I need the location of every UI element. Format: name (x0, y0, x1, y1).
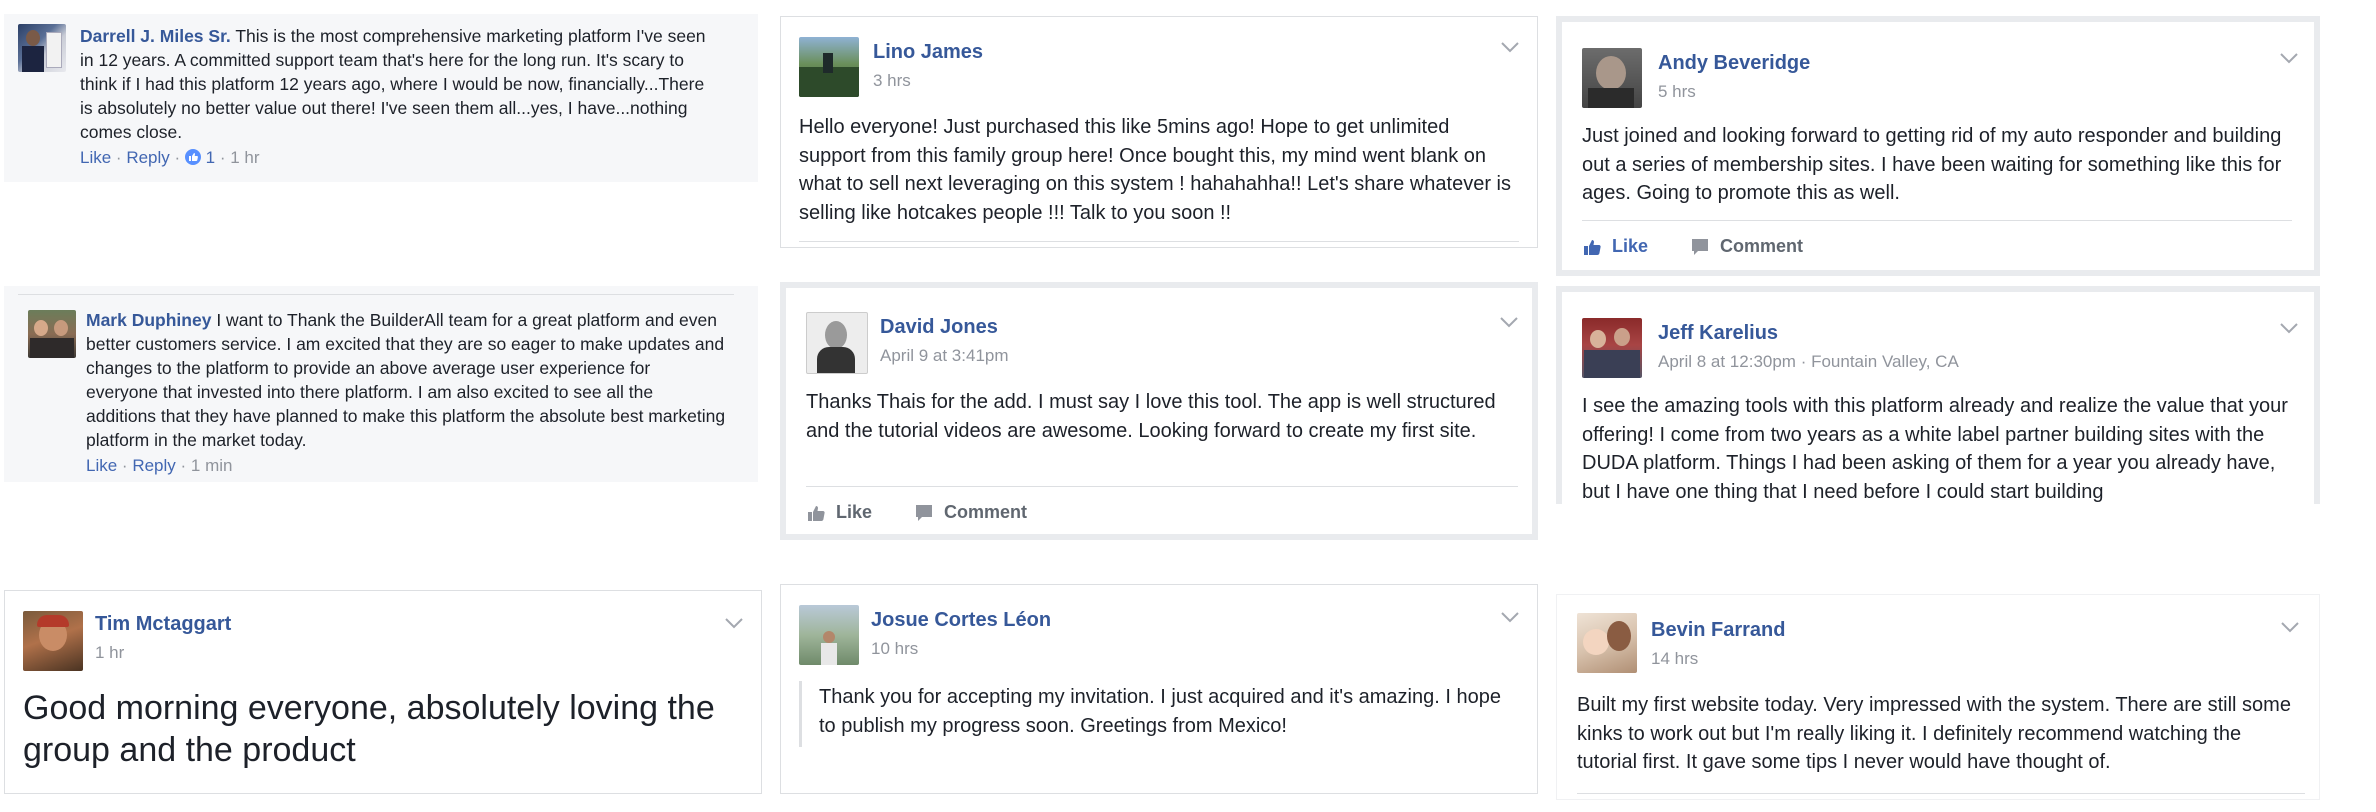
comment-actions: Like · Reply · 1 · 1 hr (80, 148, 260, 167)
chevron-down-icon[interactable] (723, 615, 745, 631)
post-card: David Jones April 9 at 3:41pm Thanks Tha… (780, 282, 1538, 540)
comment-icon (916, 504, 933, 521)
comment-author[interactable]: Darrell J. Miles Sr. (80, 26, 231, 46)
post-timestamp[interactable]: 14 hrs (1651, 649, 1698, 669)
chevron-down-icon[interactable] (1499, 609, 1521, 625)
post-text: I see the amazing tools with this platfo… (1582, 395, 2288, 503)
post-author[interactable]: Lino James (873, 41, 983, 64)
reaction-count[interactable]: 1 (206, 148, 215, 167)
post-card: Josue Cortes Léon 10 hrs Thank you for a… (780, 584, 1538, 794)
quote-bar (799, 681, 802, 747)
thumbs-up-icon (1584, 239, 1601, 255)
post-card: Tim Mctaggart 1 hr Good morning everyone… (4, 590, 762, 794)
post-timestamp[interactable]: 1 hr (95, 643, 124, 663)
post-text: Thanks Thais for the add. I must say I l… (806, 391, 1496, 442)
comment-author[interactable]: Mark Duphiney (86, 310, 211, 330)
comment-label: Comment (1720, 236, 1804, 256)
reply-link[interactable]: Reply (126, 148, 169, 167)
comment-card: Mark Duphiney I want to Thank the Builde… (4, 286, 758, 482)
like-reaction-icon[interactable] (184, 149, 201, 165)
post-text: Good morning everyone, absolutely loving… (23, 689, 715, 769)
post-text: Just joined and looking forward to getti… (1582, 125, 2282, 204)
chevron-down-icon[interactable] (1499, 39, 1521, 55)
post-card: Lino James 3 hrs Hello everyone! Just pu… (780, 16, 1538, 248)
post-author[interactable]: Jeff Karelius (1658, 322, 1778, 345)
post-author[interactable]: Josue Cortes Léon (871, 609, 1051, 632)
comment-body: I want to Thank the BuilderAll team for … (86, 310, 726, 450)
post-text: Thank you for accepting my invitation. I… (819, 686, 1501, 737)
like-button[interactable]: Like (1582, 236, 1648, 257)
avatar[interactable] (799, 37, 859, 97)
like-link[interactable]: Like (80, 148, 111, 167)
comment-label: Comment (944, 502, 1028, 522)
post-text: Built my first website today. Very impre… (1577, 694, 2291, 773)
divider (1582, 220, 2292, 221)
avatar[interactable] (1582, 48, 1642, 108)
post-timestamp[interactable]: April 9 at 3:41pm (880, 346, 1009, 366)
chevron-down-icon[interactable] (2278, 320, 2300, 336)
avatar[interactable] (18, 24, 66, 72)
post-author[interactable]: Andy Beveridge (1658, 52, 1810, 75)
avatar[interactable] (799, 605, 859, 665)
divider (18, 294, 734, 295)
comment-text: Mark Duphiney I want to Thank the Builde… (86, 308, 726, 452)
chevron-down-icon[interactable] (2279, 619, 2301, 635)
post-card: Jeff Karelius April 8 at 12:30pm · Fount… (1556, 286, 2320, 504)
comment-button[interactable]: Comment (1690, 236, 1803, 257)
divider (1577, 793, 2305, 794)
comment-time: 1 min (190, 456, 233, 475)
like-label: Like (836, 502, 873, 522)
divider (806, 486, 1518, 487)
comment-button[interactable]: Comment (914, 502, 1027, 523)
post-author[interactable]: David Jones (880, 316, 998, 339)
avatar[interactable] (806, 312, 868, 374)
post-author[interactable]: Tim Mctaggart (95, 613, 231, 636)
post-timestamp[interactable]: 3 hrs (873, 71, 911, 91)
avatar[interactable] (28, 310, 76, 358)
chevron-down-icon[interactable] (2278, 50, 2300, 66)
avatar[interactable] (1582, 318, 1642, 378)
avatar[interactable] (23, 611, 83, 671)
comment-card: Darrell J. Miles Sr. This is the most co… (4, 14, 758, 182)
post-card: Bevin Farrand 14 hrs Built my first webs… (1556, 594, 2320, 800)
post-timestamp[interactable]: April 8 at 12:30pm · Fountain Valley, CA (1658, 352, 1959, 372)
post-card: Andy Beveridge 5 hrs Just joined and loo… (1556, 16, 2320, 276)
comment-icon (1692, 238, 1709, 255)
post-text: Hello everyone! Just purchased this like… (799, 116, 1511, 224)
chevron-down-icon[interactable] (1498, 314, 1520, 330)
post-actions: Like Comment (1582, 236, 1845, 257)
post-timestamp[interactable]: 5 hrs (1658, 82, 1696, 102)
post-actions: Like Comment (806, 502, 1069, 523)
post-timestamp[interactable]: 10 hrs (871, 639, 918, 659)
post-author[interactable]: Bevin Farrand (1651, 619, 1785, 642)
like-label: Like (1612, 236, 1649, 256)
like-button[interactable]: Like (806, 502, 872, 523)
divider (799, 241, 1519, 242)
reply-link[interactable]: Reply (132, 456, 175, 475)
thumbs-up-icon (808, 505, 825, 521)
comment-actions: Like · Reply · 1 min (86, 456, 233, 475)
like-link[interactable]: Like (86, 456, 117, 475)
comment-time: 1 hr (230, 148, 260, 167)
comment-text: Darrell J. Miles Sr. This is the most co… (80, 24, 720, 144)
avatar[interactable] (1577, 613, 1637, 673)
